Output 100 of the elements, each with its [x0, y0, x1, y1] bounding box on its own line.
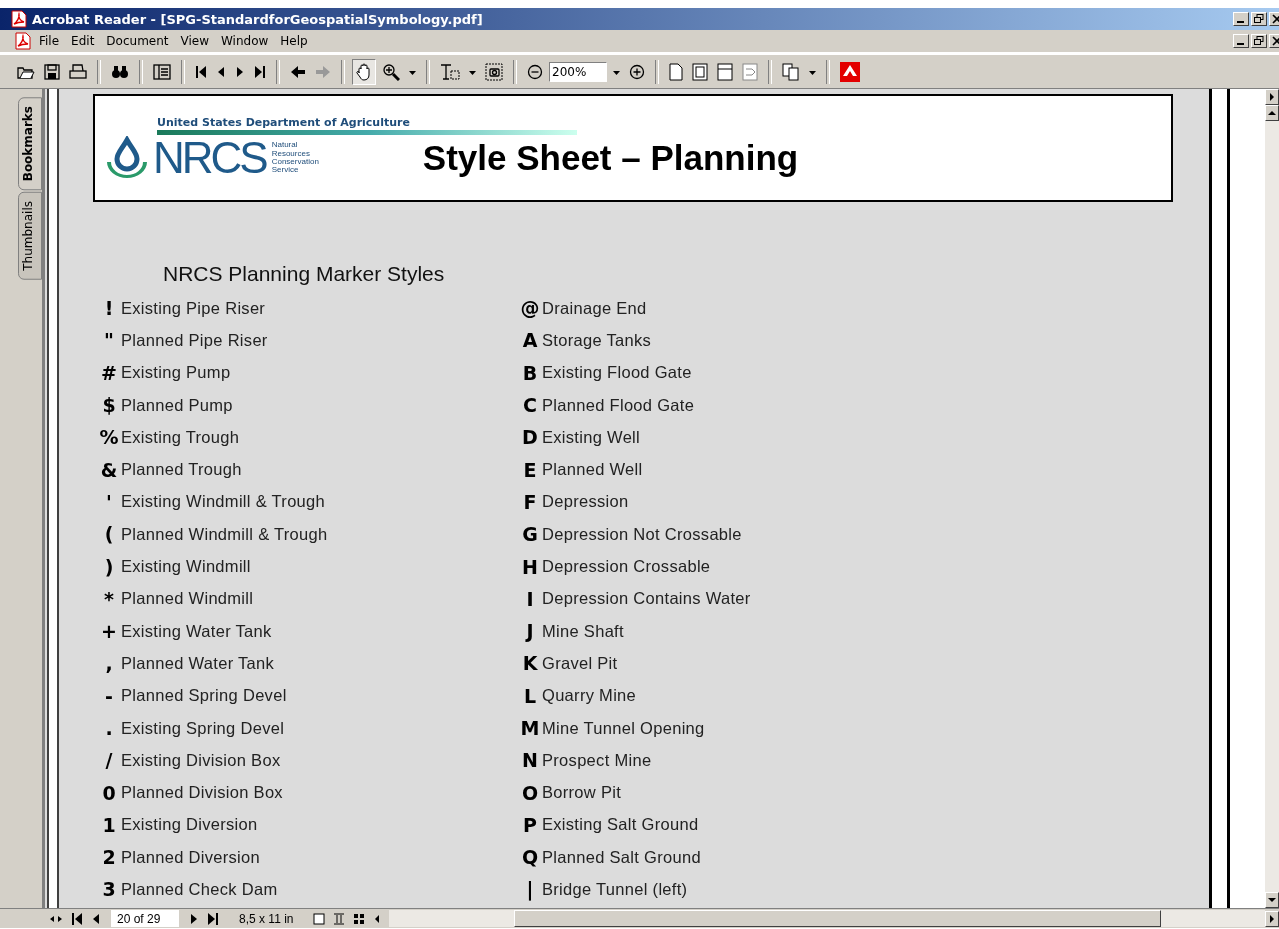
- marker-label: Gravel Pit: [542, 653, 618, 673]
- printer-icon[interactable]: [69, 63, 87, 80]
- next-page-icon[interactable]: [189, 911, 199, 926]
- last-page-icon[interactable]: [254, 64, 266, 79]
- binoculars-icon[interactable]: [111, 63, 129, 80]
- marker-symbol: $: [101, 394, 117, 417]
- zoom-field[interactable]: 200%: [549, 61, 607, 82]
- zoom-in-icon[interactable]: [629, 63, 645, 80]
- first-page-icon[interactable]: [195, 64, 207, 79]
- marker-symbol: 1: [101, 813, 117, 836]
- up-arrow-icon[interactable]: [1267, 109, 1277, 117]
- marker-label: Existing Pipe Riser: [121, 298, 266, 318]
- marker-label: Depression Contains Water: [542, 589, 751, 609]
- single-page-icon[interactable]: [313, 912, 326, 925]
- menu-item[interactable]: File: [34, 32, 65, 50]
- marker-symbol: E: [522, 458, 538, 481]
- marker-symbol: Q: [520, 846, 540, 869]
- marker-label: Existing Salt Ground: [542, 815, 699, 835]
- facing-pages-icon[interactable]: [353, 912, 366, 925]
- marker-symbol: C: [522, 394, 538, 417]
- marker-symbol: (: [103, 523, 115, 546]
- marker-label: Depression: [542, 492, 629, 512]
- window-title: Acrobat Reader - [SPG-StandardforGeospatialSymbology.pdf]: [32, 11, 483, 27]
- marker-label: Prospect Mine: [542, 750, 652, 770]
- scroll-down-button[interactable]: [1265, 892, 1279, 908]
- marker-symbol: *: [103, 587, 115, 610]
- agency-full-name: Conservation: [271, 158, 319, 167]
- marker-symbol: D: [521, 426, 539, 449]
- marker-symbol: O: [520, 781, 540, 804]
- marker-label: Mine Tunnel Opening: [542, 718, 705, 738]
- marker-label: Borrow Pit: [542, 783, 622, 803]
- marker-label: Depression Crossable: [542, 557, 711, 576]
- marker-label: Existing Division Box: [121, 750, 281, 770]
- marker-label: Existing Flood Gate: [542, 363, 692, 383]
- marker-symbol: B: [521, 361, 539, 384]
- agency-full-name: Service: [271, 166, 300, 175]
- marker-symbol: F: [522, 490, 538, 513]
- marker-label: Planned Trough: [121, 460, 242, 480]
- marker-symbol: ': [105, 490, 113, 513]
- agency-acronym: NRCS: [153, 136, 266, 180]
- section-heading: NRCS Planning Marker Styles: [163, 262, 446, 286]
- previous-page-icon[interactable]: [216, 64, 226, 79]
- back-arrow-icon[interactable]: [290, 64, 306, 79]
- marker-label: Existing Diversion: [121, 815, 258, 835]
- marker-label: Planned Well: [542, 460, 643, 480]
- marker-label: Existing Windmill: [121, 557, 251, 576]
- marker-label: Quarry Mine: [542, 686, 637, 706]
- marker-symbol: ): [103, 555, 115, 578]
- down-arrow-icon[interactable]: [1267, 896, 1277, 904]
- marker-symbol: J: [524, 620, 535, 643]
- marker-label: Planned Windmill: [121, 589, 254, 609]
- scroll-up-button[interactable]: [1265, 105, 1279, 121]
- water-drop-logo-icon: [105, 136, 149, 180]
- page-number-field[interactable]: 20 of 29: [111, 910, 179, 927]
- scroll-thumb[interactable]: [514, 910, 1162, 927]
- previous-page-icon[interactable]: [91, 911, 101, 926]
- side-tab[interactable]: Thumbnails: [18, 192, 42, 280]
- side-tab[interactable]: Bookmarks: [18, 97, 42, 191]
- marker-label: Planned Pump: [121, 395, 233, 415]
- marker-symbol: K: [521, 652, 539, 675]
- next-page-icon[interactable]: [235, 64, 245, 79]
- marker-symbol: ": [103, 329, 115, 352]
- marker-label: Planned Flood Gate: [542, 395, 695, 415]
- marker-symbol: M: [520, 717, 540, 739]
- marker-label: Planned Salt Ground: [542, 847, 701, 867]
- marker-symbol: L: [522, 684, 538, 707]
- menu-item[interactable]: Edit: [66, 32, 100, 50]
- marker-label: Planned Pipe Riser: [121, 330, 268, 350]
- marker-symbol: +: [100, 620, 118, 643]
- menu-item[interactable]: Help: [275, 32, 313, 50]
- marker-symbol: P: [522, 813, 538, 836]
- continuous-icon[interactable]: [333, 912, 346, 925]
- marker-symbol: %: [99, 426, 119, 449]
- marker-symbol: H: [521, 555, 539, 578]
- marker-label: Drainage End: [542, 298, 647, 318]
- menu-item[interactable]: Window: [216, 32, 274, 50]
- page-size: 8,5 x 11 in: [239, 911, 294, 926]
- marker-symbol: 3: [101, 878, 117, 901]
- marker-symbol: 0: [101, 781, 117, 804]
- marker-label: Mine Shaft: [542, 621, 624, 641]
- marker-symbol: A: [521, 329, 539, 352]
- first-page-icon[interactable]: [71, 911, 83, 926]
- marker-label: Existing Well: [542, 427, 641, 447]
- agency-name: United States Department of Agriculture: [157, 116, 411, 129]
- marker-symbol: #: [100, 361, 118, 384]
- zoom-out-icon[interactable]: [527, 63, 543, 80]
- last-page-icon[interactable]: [207, 911, 219, 926]
- menu-item[interactable]: Document: [101, 32, 174, 50]
- marker-label: Existing Spring Devel: [121, 718, 285, 738]
- marker-label: Depression Not Crossable: [542, 524, 742, 544]
- marker-symbol: ,: [104, 652, 114, 675]
- marker-label: Existing Windmill & Trough: [121, 492, 326, 512]
- marker-symbol: I: [525, 587, 535, 610]
- pdf-document-icon[interactable]: [10, 10, 28, 28]
- marker-label: Planned Diversion: [121, 847, 260, 867]
- navigation-pane-icon[interactable]: [153, 63, 171, 80]
- marker-symbol: .: [104, 717, 114, 739]
- menu-item[interactable]: View: [175, 32, 214, 50]
- marker-symbol: @: [520, 297, 540, 320]
- marker-symbol: N: [521, 749, 539, 772]
